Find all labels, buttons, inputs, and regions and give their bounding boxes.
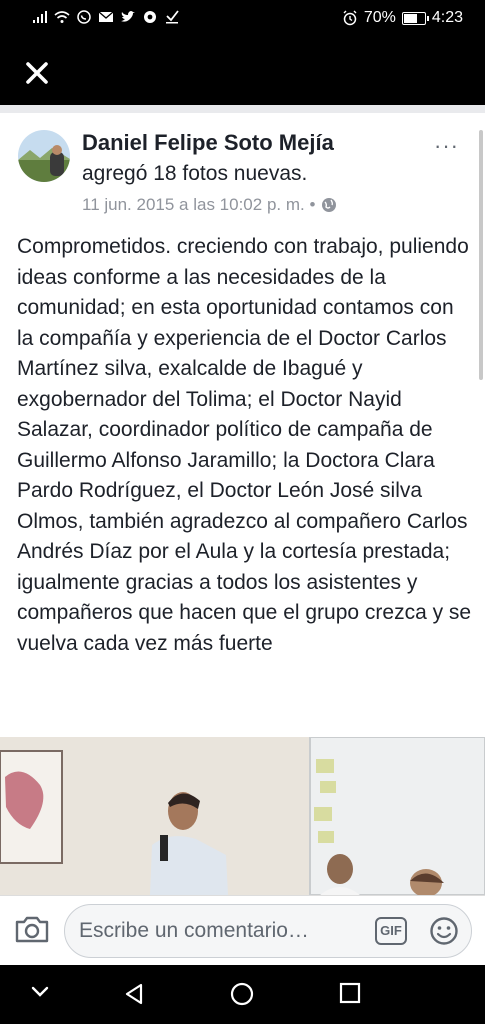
chrome-icon [144, 11, 156, 23]
chevron-down-icon[interactable] [30, 985, 50, 999]
mail-icon [98, 11, 114, 22]
post-sheet: Daniel Felipe Soto Mejía agregó 18 fotos… [0, 105, 485, 895]
post-text: Comprometidos. creciendo con trabajo, pu… [17, 235, 472, 655]
home-icon[interactable] [230, 982, 254, 1006]
comment-placeholder[interactable]: Escribe un comentario… [79, 919, 309, 943]
scrollbar[interactable] [479, 130, 483, 380]
emoji-icon[interactable] [429, 916, 459, 946]
recents-icon[interactable] [339, 982, 361, 1004]
more-options-icon[interactable]: ··· [434, 133, 459, 159]
post-timestamp[interactable]: 11 jun. 2015 a las 10:02 p. m. • [82, 195, 315, 215]
globe-icon [322, 198, 337, 212]
alarm-icon [343, 10, 357, 26]
avatar[interactable] [18, 130, 70, 182]
post-action: agregó 18 fotos nuevas. [82, 162, 308, 185]
status-bar: 70% 4:23 [0, 0, 485, 40]
battery-percent: 70% [363, 9, 396, 26]
post-meta: 11 jun. 2015 a las 10:02 p. m. • [82, 195, 337, 215]
gif-button[interactable]: GIF [375, 917, 407, 945]
download-check-icon [166, 10, 179, 24]
wifi-icon [54, 11, 70, 23]
post-photo[interactable] [0, 737, 485, 895]
app-bar [0, 40, 485, 105]
comment-composer: Escribe un comentario… GIF [0, 895, 485, 966]
whatsapp-icon [77, 10, 91, 24]
back-icon[interactable] [122, 982, 146, 1006]
battery-icon [401, 11, 429, 25]
clock: 4:23 [431, 9, 463, 26]
status-icons-left [32, 10, 180, 24]
twitter-icon [121, 11, 135, 22]
battery-fill [403, 13, 418, 23]
divider [0, 105, 485, 113]
camera-icon[interactable] [14, 914, 50, 944]
system-nav-bar [0, 965, 485, 1024]
comment-input[interactable]: Escribe un comentario… GIF [64, 904, 472, 958]
status-icons-right: 70% 4:23 [342, 9, 463, 27]
signal-icon [33, 11, 47, 23]
close-icon[interactable] [22, 58, 52, 88]
author-name[interactable]: Daniel Felipe Soto Mejía [82, 130, 334, 156]
